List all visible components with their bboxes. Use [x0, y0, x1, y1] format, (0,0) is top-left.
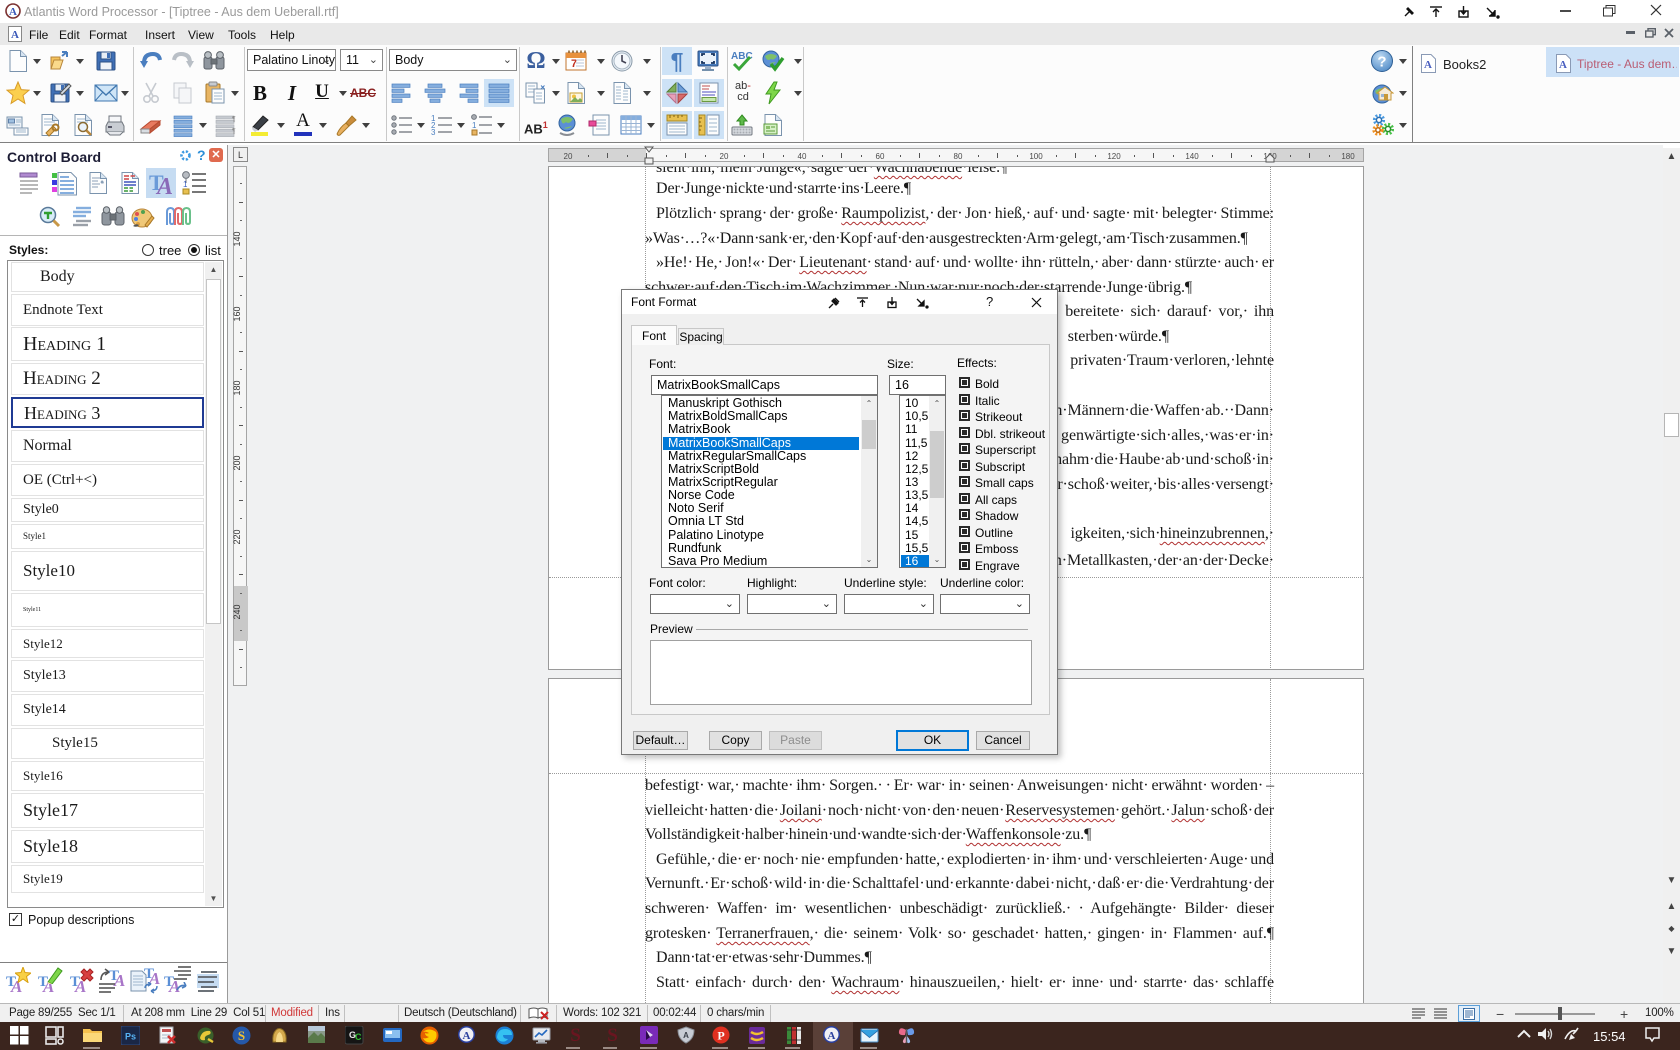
svg-text:1: 1 — [183, 180, 188, 189]
svg-text:C: C — [355, 1032, 362, 1042]
svg-text:A: A — [683, 1031, 689, 1040]
svg-text:1: 1 — [472, 121, 477, 130]
svg-text:?: ? — [1377, 54, 1386, 71]
svg-text:A: A — [9, 6, 17, 18]
svg-text:A: A — [463, 1030, 471, 1042]
svg-text:¶: ¶ — [232, 128, 236, 135]
svg-text:A: A — [828, 1030, 836, 1042]
svg-text:¶: ¶ — [232, 116, 236, 123]
svg-text:Ps: Ps — [125, 1032, 136, 1042]
svg-text:A: A — [11, 29, 19, 41]
svg-text:P: P — [717, 1029, 724, 1043]
svg-text:A: A — [1424, 59, 1432, 71]
svg-text:S: S — [238, 1028, 245, 1043]
svg-text:A: A — [1559, 59, 1567, 71]
svg-text:3: 3 — [431, 128, 436, 137]
